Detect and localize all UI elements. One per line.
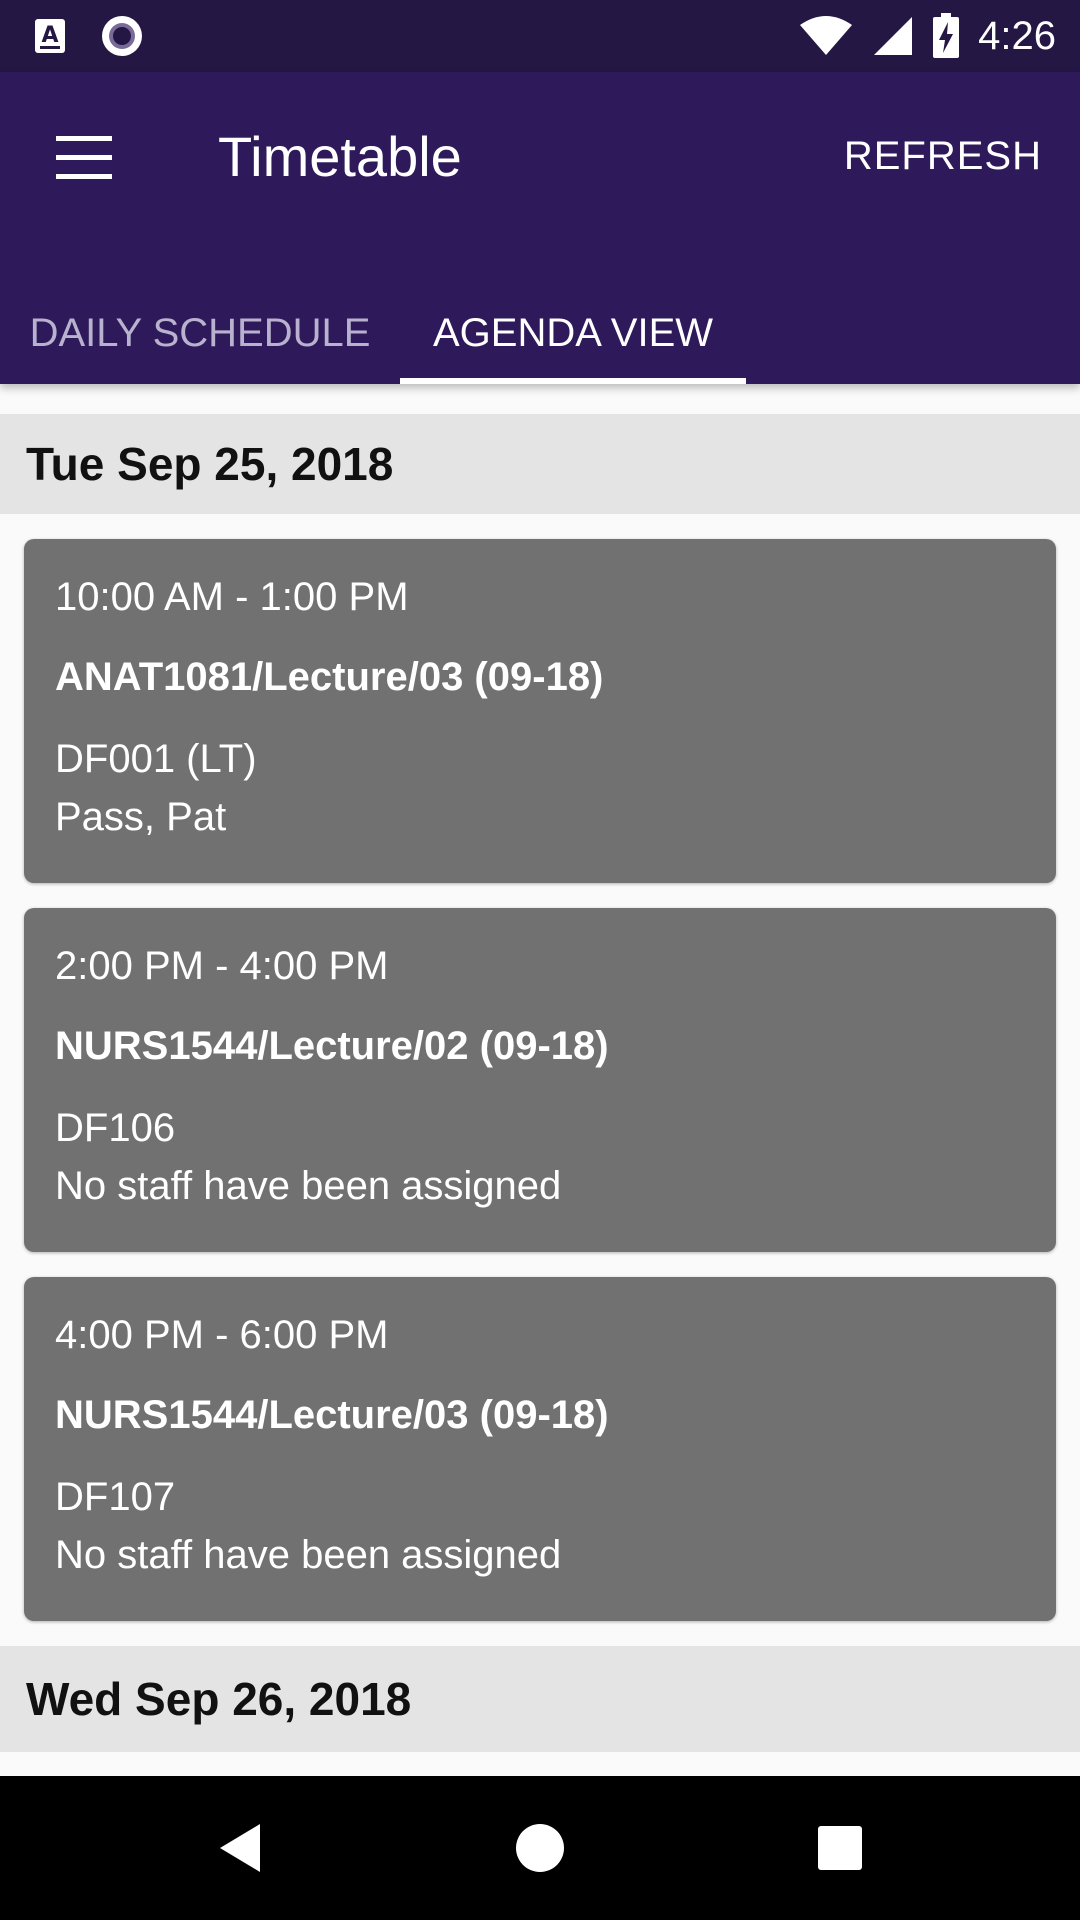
battery-charging-icon <box>933 13 960 58</box>
event-card[interactable]: 10:00 AM - 1:00 PM ANAT1081/Lecture/03 (… <box>24 539 1056 883</box>
event-staff: No staff have been assigned <box>55 1164 562 1208</box>
back-icon[interactable] <box>160 1776 320 1920</box>
record-circle-icon <box>102 16 142 56</box>
event-room: DF106 <box>55 1106 176 1150</box>
refresh-button[interactable]: REFRESH <box>844 134 1042 179</box>
status-time: 4:26 <box>978 13 1056 58</box>
tab-daily-schedule[interactable]: DAILY SCHEDULE <box>0 282 400 384</box>
status-right-icons: 4:26 <box>798 0 1056 72</box>
event-course: ANAT1081/Lecture/03 (09-18) <box>55 655 604 699</box>
page-title: Timetable <box>218 125 462 188</box>
app-bar: Timetable REFRESH DAILY SCHEDULE AGENDA … <box>0 72 1080 384</box>
cell-signal-icon <box>874 17 913 55</box>
event-staff: No staff have been assigned <box>55 1533 562 1577</box>
system-nav-bar <box>0 1776 1080 1920</box>
event-time: 4:00 PM - 6:00 PM <box>55 1313 389 1357</box>
tab-agenda-view[interactable]: AGENDA VIEW <box>400 282 746 384</box>
event-card[interactable]: 4:00 PM - 6:00 PM NURS1544/Lecture/03 (0… <box>24 1277 1056 1621</box>
event-course: NURS1544/Lecture/02 (09-18) <box>55 1024 609 1068</box>
event-course: NURS1544/Lecture/03 (09-18) <box>55 1393 609 1437</box>
event-room: DF001 (LT) <box>55 737 257 781</box>
date-header: Tue Sep 25, 2018 <box>0 414 1080 514</box>
event-time: 2:00 PM - 4:00 PM <box>55 944 389 988</box>
wifi-icon <box>800 16 853 55</box>
event-card[interactable]: 2:00 PM - 4:00 PM NURS1544/Lecture/02 (0… <box>24 908 1056 1252</box>
home-icon[interactable] <box>460 1776 620 1920</box>
svg-text:A: A <box>41 23 58 48</box>
tab-bar: DAILY SCHEDULE AGENDA VIEW <box>0 282 1080 384</box>
recents-icon[interactable] <box>760 1776 920 1920</box>
hamburger-menu-icon[interactable] <box>56 136 112 180</box>
date-header: Wed Sep 26, 2018 <box>0 1646 1080 1752</box>
status-left-icons: A <box>34 14 144 58</box>
status-bar: A 4:26 <box>0 0 1080 72</box>
event-room: DF107 <box>55 1475 176 1519</box>
event-staff: Pass, Pat <box>55 795 227 839</box>
event-time: 10:00 AM - 1:00 PM <box>55 575 409 619</box>
accessibility-a-icon: A <box>35 19 65 53</box>
agenda-list[interactable]: Tue Sep 25, 2018 10:00 AM - 1:00 PM ANAT… <box>0 384 1080 1776</box>
